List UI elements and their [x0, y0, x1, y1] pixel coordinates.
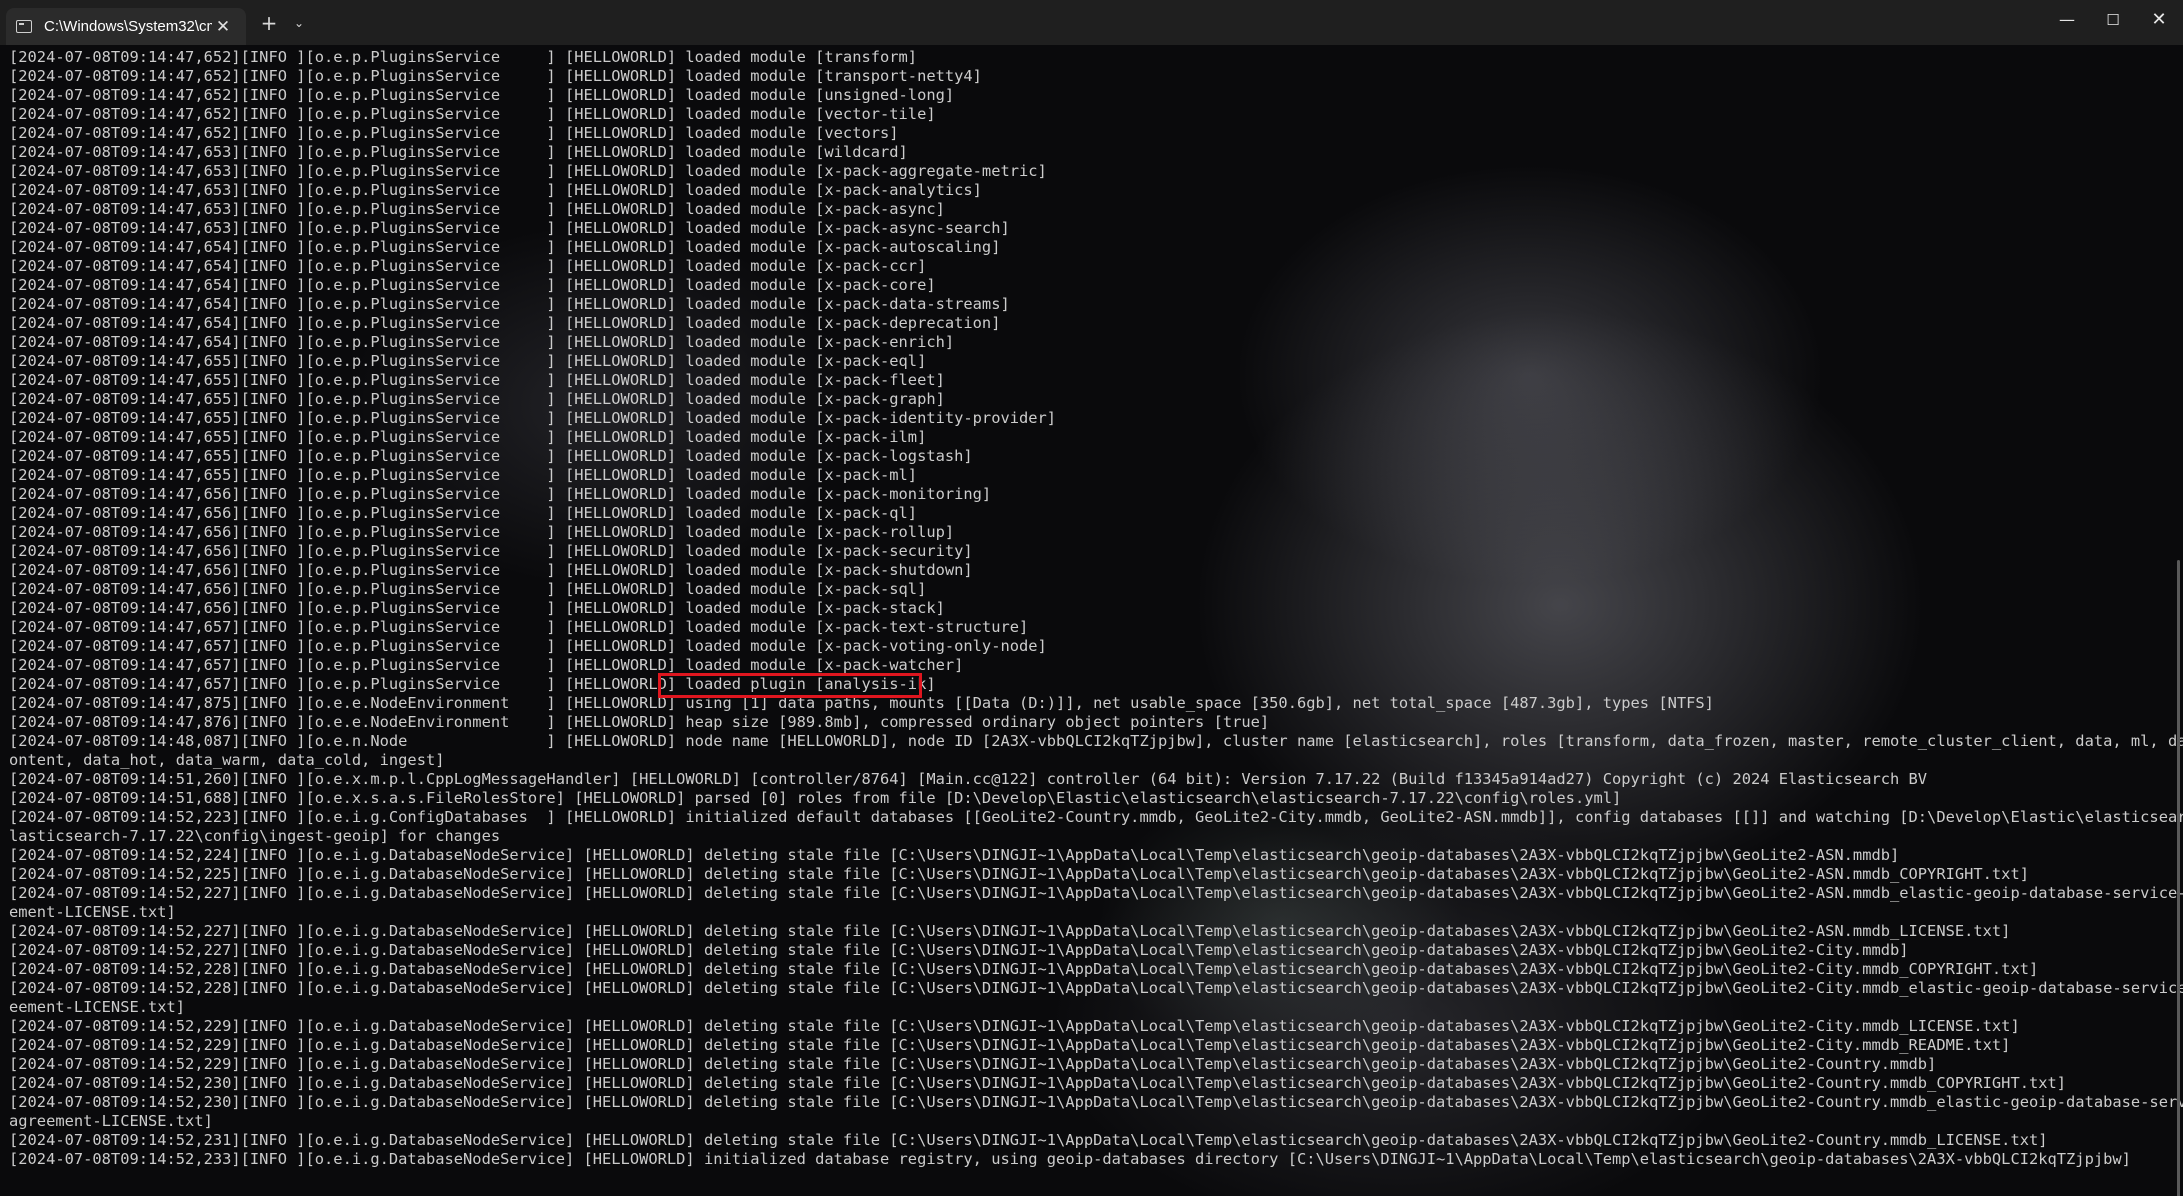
log-line: [2024-07-08T09:14:52,228][INFO ][o.e.i.g… — [9, 960, 2039, 978]
log-line: [2024-07-08T09:14:47,654][INFO ][o.e.p.P… — [9, 238, 1001, 256]
log-line: [2024-07-08T09:14:48,087][INFO ][o.e.n.N… — [9, 732, 2183, 750]
log-line: [2024-07-08T09:14:52,224][INFO ][o.e.i.g… — [9, 846, 1900, 864]
log-line: agreement-LICENSE.txt] — [9, 1112, 213, 1130]
log-line: [2024-07-08T09:14:47,655][INFO ][o.e.p.P… — [9, 447, 973, 465]
log-line: [2024-07-08T09:14:47,653][INFO ][o.e.p.P… — [9, 143, 908, 161]
log-line: [2024-07-08T09:14:52,230][INFO ][o.e.i.g… — [9, 1093, 2183, 1111]
log-line: [2024-07-08T09:14:47,654][INFO ][o.e.p.P… — [9, 295, 1010, 313]
log-line: [2024-07-08T09:14:52,227][INFO ][o.e.i.g… — [9, 884, 2183, 902]
log-line: [2024-07-08T09:14:47,657][INFO ][o.e.p.P… — [9, 637, 1047, 655]
log-line: [2024-07-08T09:14:47,657][INFO ][o.e.p.P… — [9, 656, 964, 674]
log-line: [2024-07-08T09:14:47,654][INFO ][o.e.p.P… — [9, 314, 1001, 332]
log-line: [2024-07-08T09:14:47,652][INFO ][o.e.p.P… — [9, 67, 982, 85]
log-line: [2024-07-08T09:14:52,225][INFO ][o.e.i.g… — [9, 865, 2029, 883]
log-line: [2024-07-08T09:14:47,657][INFO ][o.e.p.P… — [9, 675, 936, 693]
log-line: [2024-07-08T09:14:47,655][INFO ][o.e.p.P… — [9, 371, 945, 389]
log-line: [2024-07-08T09:14:47,655][INFO ][o.e.p.P… — [9, 428, 927, 446]
log-line: [2024-07-08T09:14:47,656][INFO ][o.e.p.P… — [9, 542, 973, 560]
log-line: eement-LICENSE.txt] — [9, 998, 186, 1016]
log-line: [2024-07-08T09:14:47,655][INFO ][o.e.p.P… — [9, 409, 1057, 427]
log-line: [2024-07-08T09:14:47,656][INFO ][o.e.p.P… — [9, 485, 992, 503]
log-line: [2024-07-08T09:14:47,654][INFO ][o.e.p.P… — [9, 333, 955, 351]
log-line: [2024-07-08T09:14:47,652][INFO ][o.e.p.P… — [9, 105, 936, 123]
new-tab-button[interactable]: + — [256, 10, 282, 36]
terminal-tab[interactable]: C:\Windows\System32\cmd.e ✕ — [6, 8, 246, 45]
log-line: lasticsearch-7.17.22\config\ingest-geoip… — [9, 827, 501, 845]
log-line: [2024-07-08T09:14:47,656][INFO ][o.e.p.P… — [9, 504, 918, 522]
log-line: [2024-07-08T09:14:51,688][INFO ][o.e.x.s… — [9, 789, 1622, 807]
terminal-output[interactable]: [2024-07-08T09:14:47,652][INFO ][o.e.p.P… — [0, 45, 2183, 1196]
maximize-button[interactable]: ☐ — [2090, 0, 2136, 40]
title-bar: C:\Windows\System32\cmd.e ✕ + ⌄ — ☐ ✕ — [0, 0, 2183, 45]
log-line: [2024-07-08T09:14:47,875][INFO ][o.e.e.N… — [9, 694, 1714, 712]
scrollbar[interactable] — [2177, 560, 2180, 1196]
log-line: [2024-07-08T09:14:47,876][INFO ][o.e.e.N… — [9, 713, 1270, 731]
log-line: [2024-07-08T09:14:52,230][INFO ][o.e.i.g… — [9, 1074, 2067, 1092]
log-line: [2024-07-08T09:14:52,227][INFO ][o.e.i.g… — [9, 922, 2011, 940]
log-line: [2024-07-08T09:14:51,260][INFO ][o.e.x.m… — [9, 770, 1928, 788]
close-window-button[interactable]: ✕ — [2136, 0, 2182, 40]
log-line: ement-LICENSE.txt] — [9, 903, 176, 921]
cmd-icon — [16, 20, 32, 33]
log-line: [2024-07-08T09:14:47,653][INFO ][o.e.p.P… — [9, 200, 945, 218]
minimize-button[interactable]: — — [2044, 0, 2090, 40]
log-line: [2024-07-08T09:14:47,656][INFO ][o.e.p.P… — [9, 523, 955, 541]
log-line: [2024-07-08T09:14:47,652][INFO ][o.e.p.P… — [9, 124, 899, 142]
log-line: ontent, data_hot, data_warm, data_cold, … — [9, 751, 445, 769]
log-line: [2024-07-08T09:14:47,657][INFO ][o.e.p.P… — [9, 618, 1029, 636]
log-line: [2024-07-08T09:14:47,654][INFO ][o.e.p.P… — [9, 276, 936, 294]
log-line: [2024-07-08T09:14:47,656][INFO ][o.e.p.P… — [9, 561, 973, 579]
log-line: [2024-07-08T09:14:52,223][INFO ][o.e.i.g… — [9, 808, 2183, 826]
tab-close-icon[interactable]: ✕ — [212, 17, 234, 37]
tab-title: C:\Windows\System32\cmd.e — [44, 18, 212, 35]
log-line: [2024-07-08T09:14:52,229][INFO ][o.e.i.g… — [9, 1017, 2020, 1035]
log-line: [2024-07-08T09:14:47,655][INFO ][o.e.p.P… — [9, 352, 927, 370]
log-line: [2024-07-08T09:14:52,231][INFO ][o.e.i.g… — [9, 1131, 2048, 1149]
log-line: [2024-07-08T09:14:47,653][INFO ][o.e.p.P… — [9, 181, 982, 199]
log-line: [2024-07-08T09:14:47,653][INFO ][o.e.p.P… — [9, 162, 1047, 180]
log-line: [2024-07-08T09:14:52,227][INFO ][o.e.i.g… — [9, 941, 1909, 959]
log-line: [2024-07-08T09:14:47,656][INFO ][o.e.p.P… — [9, 580, 927, 598]
log-line: [2024-07-08T09:14:47,652][INFO ][o.e.p.P… — [9, 86, 955, 104]
log-line: [2024-07-08T09:14:47,652][INFO ][o.e.p.P… — [9, 48, 918, 66]
chevron-down-icon[interactable]: ⌄ — [288, 10, 310, 36]
log-line: [2024-07-08T09:14:52,229][INFO ][o.e.i.g… — [9, 1036, 2011, 1054]
log-line: [2024-07-08T09:14:52,228][INFO ][o.e.i.g… — [9, 979, 2183, 997]
log-lines: [2024-07-08T09:14:47,652][INFO ][o.e.p.P… — [9, 48, 2183, 1169]
log-line: [2024-07-08T09:14:52,229][INFO ][o.e.i.g… — [9, 1055, 1937, 1073]
highlight-box — [658, 673, 922, 698]
log-line: [2024-07-08T09:14:47,655][INFO ][o.e.p.P… — [9, 466, 918, 484]
log-line: [2024-07-08T09:14:47,654][INFO ][o.e.p.P… — [9, 257, 927, 275]
log-line: [2024-07-08T09:14:47,656][INFO ][o.e.p.P… — [9, 599, 945, 617]
log-line: [2024-07-08T09:14:47,655][INFO ][o.e.p.P… — [9, 390, 945, 408]
log-line: [2024-07-08T09:14:47,653][INFO ][o.e.p.P… — [9, 219, 1010, 237]
log-line: [2024-07-08T09:14:52,233][INFO ][o.e.i.g… — [9, 1150, 2131, 1168]
